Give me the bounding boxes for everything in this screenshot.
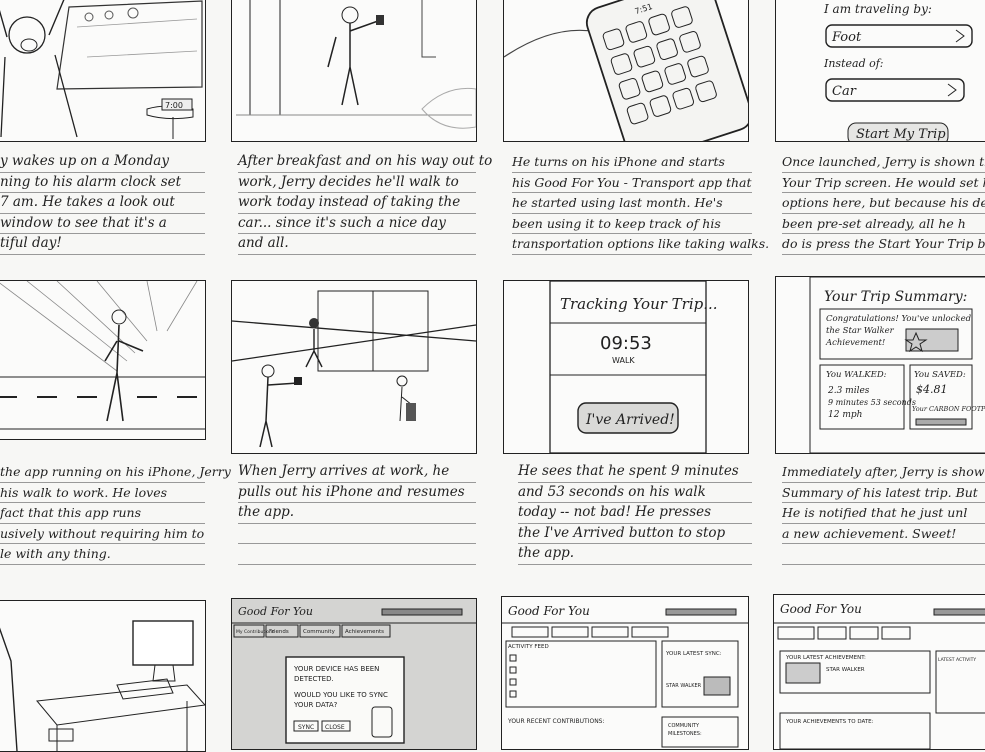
caption-wakeup: y wakes up on a Monday ning to his alarm… [0, 152, 205, 255]
tab-label: Community [303, 629, 336, 635]
tracking-timer: 09:53 [600, 333, 652, 354]
arrived-label: I've Arrived! [585, 412, 675, 428]
brand-logo: Good For You [508, 604, 590, 618]
instead-label: Instead of: [823, 57, 884, 70]
saved-label: You SAVED: [914, 370, 966, 380]
dialog-text: YOUR DEVICE HAS BEEN [293, 665, 379, 673]
sync-label: SYNC [298, 724, 314, 731]
saved-value: $4.81 [916, 383, 948, 396]
panel-summary: Your Trip Summary: Congratulations! You'… [775, 276, 985, 454]
panel-desk [0, 600, 206, 752]
traveling-value: Foot [831, 30, 862, 45]
latest-achievement-label: YOUR LATEST ACHIEVEMENT: [785, 655, 866, 661]
caption-arriving: When Jerry arrives at work, he pulls out… [238, 462, 476, 565]
panel-arriving [231, 280, 477, 454]
dialog-text: WOULD YOU LIKE TO SYNC [294, 691, 388, 699]
panel-web-sync: Good For You My Contributions Friends Co… [231, 598, 477, 750]
panel-wakeup: 7:00 [0, 0, 206, 142]
panel-trip-setup: I am traveling by: Foot Instead of: Car … [775, 0, 985, 142]
instead-value: Car [832, 84, 857, 99]
panel-web-achievements: Good For You YOUR LATEST ACHIEVEMENT: ST… [773, 594, 985, 750]
star-icon [785, 662, 821, 684]
congrats-line: Congratulations! You've unlocked [826, 314, 972, 324]
start-trip-label: Start My Trip [856, 127, 946, 141]
caption-leaving: After breakfast and on his way out to wo… [238, 152, 492, 255]
close-label: CLOSE [325, 724, 345, 731]
tracking-mode: WALK [612, 356, 635, 365]
tab-label: Achievements [345, 629, 384, 635]
recent-contributions-label: YOUR RECENT CONTRIBUTIONS: [507, 718, 605, 725]
star-badge [905, 328, 959, 352]
walked-label: You WALKED: [826, 370, 887, 380]
panel-tracking: Tracking Your Trip... 09:53 WALK I've Ar… [503, 280, 749, 454]
caption-walking: the app running on his iPhone, Jerry his… [0, 462, 231, 565]
panel-phone-hand: 7:51 [503, 0, 749, 142]
star-walker-label: STAR WALKER [666, 683, 702, 689]
latest-activity-label: LATEST ACTIVITY [938, 657, 976, 663]
clock-time: 7:00 [165, 101, 183, 110]
dialog-text: DETECTED. [294, 675, 334, 683]
caption-setup: Once launched, Jerry is shown the S Your… [782, 152, 985, 255]
brand-logo: Good For You [780, 602, 862, 616]
congrats-line: the Star Walker [826, 326, 895, 336]
congrats-line: Achievement! [825, 338, 885, 348]
star-icon [703, 676, 731, 696]
walked-value: 2.3 miles [827, 386, 870, 396]
walked-value: 12 mph [828, 410, 862, 420]
summary-title: Your Trip Summary: [824, 289, 967, 305]
carbon-label: Your CARBON FOOTPR [912, 405, 985, 413]
tab-label: Friends [269, 629, 289, 635]
milestones-label: COMMUNITY [668, 723, 700, 729]
activity-feed-label: ACTIVITY FEED [508, 644, 549, 650]
tracking-title: Tracking Your Trip... [560, 295, 718, 313]
dialog-text: YOUR DATA? [293, 701, 338, 709]
chevron-right-icon [955, 29, 965, 43]
panel-leaving-house [231, 0, 477, 142]
traveling-label: I am traveling by: [823, 2, 932, 16]
latest-sync-label: YOUR LATEST SYNC: [665, 651, 722, 657]
caption-tracking: He sees that he spent 9 minutes and 53 s… [518, 462, 752, 565]
panel-web-dashboard: Good For You ACTIVITY FEED YOUR LATEST S… [501, 596, 749, 750]
milestones-label: MILESTONES: [668, 731, 702, 737]
brand-logo: Good For You [238, 605, 313, 618]
panel-walking [0, 280, 206, 440]
achievements-to-date-label: YOUR ACHIEVEMENTS TO DATE: [785, 719, 874, 725]
chevron-right-icon [947, 83, 957, 97]
caption-phone: He turns on his iPhone and starts his Go… [512, 152, 769, 255]
caption-summary: Immediately after, Jerry is shown Summar… [782, 462, 985, 565]
walked-value: 9 minutes 53 seconds [828, 398, 916, 407]
star-walker-label: STAR WALKER [826, 667, 865, 673]
